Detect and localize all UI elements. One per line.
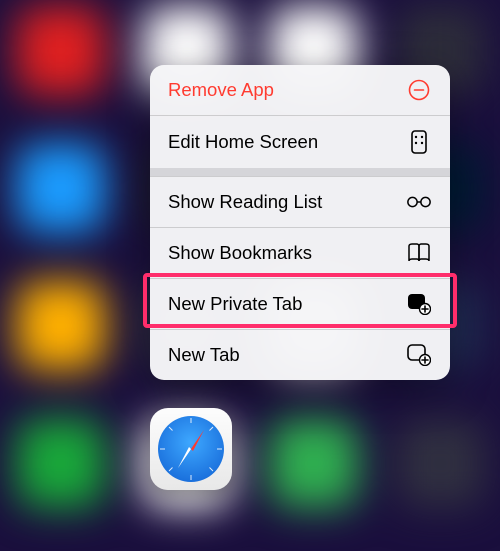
menu-item-new-private-tab[interactable]: New Private Tab (150, 278, 450, 329)
menu-item-show-bookmarks[interactable]: Show Bookmarks (150, 227, 450, 278)
app-context-menu: Remove App Edit Home Screen Show Reading… (150, 65, 450, 380)
menu-item-new-tab[interactable]: New Tab (150, 329, 450, 380)
phone-apps-icon (406, 130, 432, 154)
private-tab-plus-icon (406, 293, 432, 315)
tab-plus-icon (406, 344, 432, 366)
menu-separator (150, 168, 450, 176)
menu-item-label: New Tab (168, 344, 240, 366)
menu-item-label: New Private Tab (168, 293, 302, 315)
remove-circle-icon (406, 79, 432, 101)
menu-item-label: Edit Home Screen (168, 131, 318, 153)
glasses-icon (406, 195, 432, 209)
menu-item-label: Show Reading List (168, 191, 322, 213)
safari-app-icon[interactable] (150, 408, 232, 490)
menu-item-remove-app[interactable]: Remove App (150, 65, 450, 115)
menu-item-show-reading-list[interactable]: Show Reading List (150, 176, 450, 227)
safari-compass-dial (158, 416, 224, 482)
book-icon (406, 243, 432, 263)
menu-item-edit-home-screen[interactable]: Edit Home Screen (150, 115, 450, 168)
menu-item-label: Show Bookmarks (168, 242, 312, 264)
menu-item-label: Remove App (168, 79, 274, 101)
